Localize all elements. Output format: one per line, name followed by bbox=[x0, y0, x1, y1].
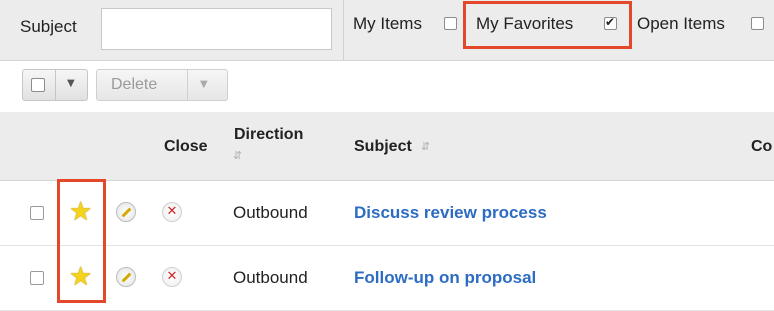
my-items-label: My Items bbox=[353, 14, 422, 33]
table-header: Close Direction ⇵ Subject ⇵ Co bbox=[0, 112, 774, 181]
table-row: ★ ✕ Outbound Follow-up on proposal bbox=[0, 246, 774, 311]
column-truncated[interactable]: Co bbox=[751, 138, 772, 156]
select-all-checkbox[interactable] bbox=[31, 78, 45, 92]
row-subject-link[interactable]: Follow-up on proposal bbox=[354, 268, 536, 288]
subject-filter-label: Subject bbox=[20, 17, 77, 36]
close-x-icon[interactable]: ✕ bbox=[162, 202, 182, 222]
table-row: ★ ✕ Outbound Discuss review process bbox=[0, 181, 774, 246]
column-direction[interactable]: Direction bbox=[234, 126, 303, 144]
favorites-column-highlight bbox=[57, 179, 106, 303]
chevron-down-icon[interactable]: ▼ bbox=[200, 79, 208, 90]
chevron-down-icon[interactable]: ▼ bbox=[67, 78, 75, 89]
row-checkbox[interactable] bbox=[30, 271, 44, 285]
row-direction: Outbound bbox=[233, 268, 308, 287]
sort-icon[interactable]: ⇵ bbox=[233, 149, 242, 162]
row-checkbox[interactable] bbox=[30, 206, 44, 220]
row-subject-link[interactable]: Discuss review process bbox=[354, 203, 547, 223]
close-x-icon[interactable]: ✕ bbox=[162, 267, 182, 287]
sort-icon[interactable]: ⇵ bbox=[421, 140, 430, 153]
column-close: Close bbox=[164, 138, 208, 155]
subject-filter-input[interactable] bbox=[101, 8, 332, 50]
column-subject[interactable]: Subject bbox=[354, 138, 412, 156]
edit-pencil-icon[interactable] bbox=[116, 267, 136, 287]
delete-divider bbox=[187, 70, 188, 100]
mass-select-divider bbox=[55, 70, 56, 100]
delete-label: Delete bbox=[111, 76, 158, 93]
edit-pencil-icon[interactable] bbox=[116, 202, 136, 222]
open-items-checkbox[interactable] bbox=[751, 17, 764, 30]
action-bar: ▼ Delete ▼ bbox=[0, 61, 774, 111]
filter-bar: Subject My Items My Favorites Open Items bbox=[0, 0, 774, 61]
row-direction: Outbound bbox=[233, 203, 308, 222]
mass-select-button[interactable]: ▼ bbox=[22, 69, 88, 101]
delete-button[interactable]: Delete ▼ bbox=[96, 69, 228, 101]
filter-divider bbox=[343, 0, 344, 60]
my-items-checkbox[interactable] bbox=[444, 17, 457, 30]
my-favorites-highlight bbox=[463, 1, 632, 49]
open-items-label: Open Items bbox=[637, 14, 725, 33]
